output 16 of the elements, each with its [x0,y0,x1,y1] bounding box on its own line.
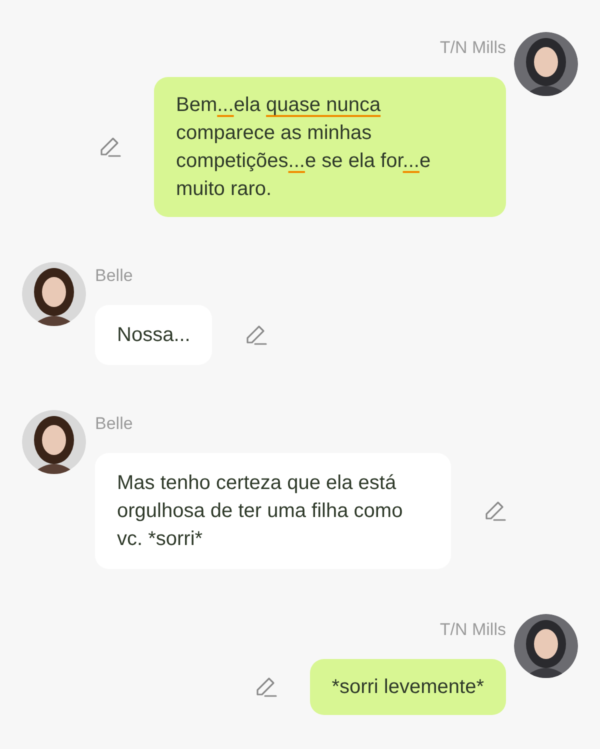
message-text: Bem...ela quase nunca comparece as minhas competições...e se ela for...e muito raro. [176,93,432,202]
edit-icon[interactable] [98,135,122,159]
avatar [514,32,578,96]
edit-icon[interactable] [254,675,278,699]
author-name: T/N Mills [440,619,506,641]
avatar [514,614,578,678]
message-text: *sorri levemente* [332,675,484,700]
author-name: T/N Mills [440,37,506,59]
edit-icon[interactable] [244,323,268,347]
edit-icon[interactable] [483,499,507,523]
avatar [22,262,86,326]
author-name: Belle [95,265,133,287]
message-text: Nossa... [117,323,190,348]
avatar [22,410,86,474]
author-name: Belle [95,413,133,435]
message-text: Mas tenho certeza que ela está orgulhosa de ter uma filha como vc. *sorri* [117,471,404,552]
